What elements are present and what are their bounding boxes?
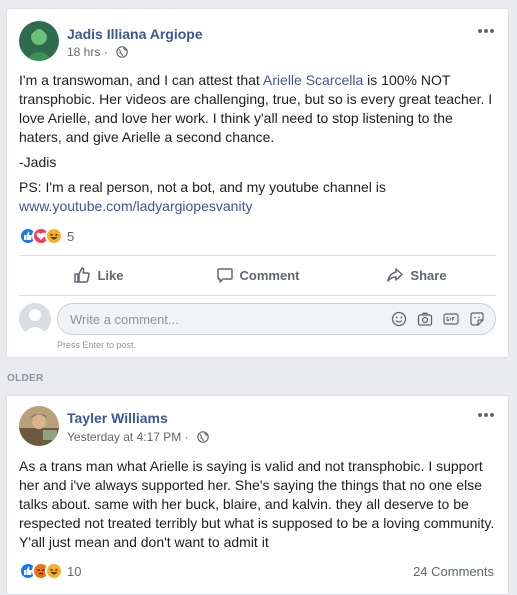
share-label: Share <box>410 267 447 283</box>
comment-composer <box>19 303 496 335</box>
post-signoff: -Jadis <box>19 154 57 170</box>
post-meta: 18 hrs · <box>67 45 128 59</box>
comment-input-box[interactable] <box>57 303 496 335</box>
section-label: OLDER <box>7 373 44 384</box>
meta-separator: · <box>100 45 112 59</box>
like-button[interactable]: Like <box>19 259 178 291</box>
post-ps-text: PS: I'm a real person, not a bot, and my… <box>19 179 386 195</box>
like-label: Like <box>97 267 124 283</box>
post-body: I'm a transwoman, and I can attest that … <box>19 71 499 216</box>
post-meta: Yesterday at 4:17 PM · <box>67 430 209 444</box>
avatar[interactable] <box>19 406 59 446</box>
youtube-link[interactable]: www.youtube.com/ladyargiopesvanity <box>19 198 252 214</box>
haha-icon <box>45 562 63 580</box>
post-card: Jadis Illiana Argiope 18 hrs · I'm a tra… <box>6 8 509 358</box>
comment-input[interactable] <box>68 310 391 328</box>
camera-icon[interactable] <box>417 311 433 327</box>
more-options-icon[interactable] <box>476 23 496 39</box>
reaction-summary[interactable]: 10 <box>19 562 81 580</box>
post-body: As a trans man what Arielle is saying is… <box>19 458 495 550</box>
avatar[interactable] <box>19 21 59 61</box>
sticker-icon[interactable] <box>469 311 485 327</box>
post-card: Tayler Williams Yesterday at 4:17 PM · A… <box>6 395 509 595</box>
post-ps: PS: I'm a real person, not a bot, and my… <box>19 178 499 216</box>
post-text-intro: I'm a transwoman, and I can attest that <box>19 72 263 88</box>
thumbs-up-icon <box>74 267 91 283</box>
gif-icon[interactable] <box>443 311 459 327</box>
globe-icon <box>116 46 128 58</box>
action-bar: Like Comment Share <box>19 259 496 291</box>
mention-link[interactable]: Arielle Scarcella <box>263 72 363 88</box>
divider <box>19 295 496 296</box>
more-options-icon[interactable] <box>476 407 496 423</box>
share-button[interactable]: Share <box>337 259 496 291</box>
comment-label: Comment <box>239 267 300 283</box>
post-paragraph: I'm a transwoman, and I can attest that … <box>19 71 499 147</box>
reaction-summary[interactable]: 5 <box>19 227 74 245</box>
haha-icon <box>45 227 63 245</box>
comment-icon <box>216 268 233 283</box>
comment-tools <box>391 311 485 327</box>
meta-separator: · <box>181 430 192 444</box>
avatar <box>19 303 51 335</box>
author-name[interactable]: Jadis Illiana Argiope <box>67 26 203 42</box>
reaction-count: 10 <box>67 563 82 579</box>
divider <box>19 255 496 256</box>
emoji-icon[interactable] <box>391 311 407 327</box>
globe-icon <box>197 431 209 443</box>
enter-hint: Press Enter to post. <box>57 340 137 350</box>
reaction-count: 5 <box>67 228 75 244</box>
timestamp[interactable]: Yesterday at 4:17 PM <box>67 430 181 444</box>
timestamp[interactable]: 18 hrs <box>67 45 100 59</box>
comments-count-link[interactable]: 24 Comments <box>413 564 494 579</box>
author-name[interactable]: Tayler Williams <box>67 410 168 426</box>
share-icon <box>387 268 404 282</box>
comment-button[interactable]: Comment <box>178 259 337 291</box>
